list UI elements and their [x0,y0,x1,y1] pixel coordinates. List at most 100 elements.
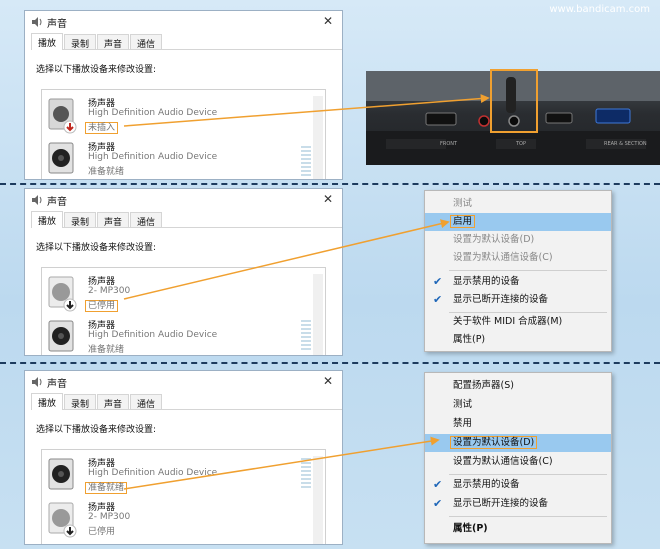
list-scrollbar[interactable] [313,96,323,179]
menu-item-set-default-comm[interactable]: 设置为默认通信设备(C) [425,249,611,267]
device-item[interactable]: 扬声器 High Definition Audio Device 未插入 [44,96,294,140]
menu-separator [449,270,607,271]
device-list: 扬声器 High Definition Audio Device 准备就绪 扬声… [41,449,326,544]
speaker-title-icon [32,195,42,205]
device-item[interactable]: 扬声器 High Definition Audio Device 准备就绪 [44,456,294,500]
device-desc: High Definition Audio Device [88,152,218,162]
menu-item-label: 显示已断开连接的设备 [453,498,549,509]
sound-dialog-3: 声音 ✕ 播放 录制 声音 通信 选择以下播放设备来修改设置: 扬声器 High… [24,370,343,545]
check-icon: ✔ [433,293,443,306]
title-bar: 声音 ✕ [25,371,342,393]
menu-separator [449,474,607,475]
device-status: 准备就绪 [85,482,128,494]
menu-separator [449,516,607,517]
device-status: 已停用 [85,300,119,312]
menu-item-test[interactable]: 测试 [425,195,611,213]
sound-dialog-1: 声音 ✕ 播放 录制 声音 通信 选择以下播放设备来修改设置: 扬声器 High… [24,10,343,180]
device-desc: 2- MP300 [88,512,131,522]
volume-meter [301,458,311,490]
instruction-text: 选择以下播放设备来修改设置: [36,65,157,75]
speaker-device-icon [48,320,74,352]
menu-item-properties[interactable]: 属性(P) [425,520,611,538]
context-menu-3: 配置扬声器(S) 测试 禁用 设置为默认设备(D) 设置为默认通信设备(C) ✔… [424,372,612,544]
device-desc: High Definition Audio Device [88,468,218,478]
menu-item-enable[interactable]: 启用 [425,213,611,231]
menu-item-label: 显示禁用的设备 [453,479,520,490]
speaker-device-icon [48,142,74,174]
menu-item-disable[interactable]: 禁用 [425,415,611,433]
section-divider [0,362,660,364]
title-bar: 声音 ✕ [25,189,342,211]
tab-recording[interactable]: 录制 [64,34,97,50]
tab-sounds[interactable]: 声音 [97,34,130,50]
list-scrollbar[interactable] [313,456,323,544]
volume-meter [301,320,311,352]
rear-label: REAR & SECTION [604,141,647,147]
watermark: www.bandicam.com [549,4,650,15]
device-list: 扬声器 High Definition Audio Device 未插入 扬声器… [41,89,326,179]
check-icon: ✔ [433,478,443,491]
device-status: 已停用 [88,527,116,537]
menu-item-set-default[interactable]: 设置为默认设备(D) [425,434,611,452]
speaker-device-icon [48,98,77,134]
menu-item-midi[interactable]: 关于软件 MIDI 合成器(M) [425,313,611,331]
front-label: FRONT [440,141,458,147]
instruction-text: 选择以下播放设备来修改设置: [36,243,157,253]
tab-strip: 播放 录制 声音 通信 [31,33,342,50]
tab-communications[interactable]: 通信 [130,394,163,410]
close-button[interactable]: ✕ [323,14,333,28]
device-status: 准备就绪 [88,345,125,355]
menu-item-properties[interactable]: 属性(P) [425,331,611,349]
device-desc: 2- MP300 [88,286,131,296]
menu-item-show-disabled[interactable]: ✔ 显示禁用的设备 [425,273,611,291]
menu-item-test[interactable]: 测试 [425,396,611,414]
highlight-box [490,69,538,133]
device-desc: High Definition Audio Device [88,108,218,118]
instruction-text: 选择以下播放设备来修改设置: [36,425,157,435]
tab-strip: 播放 录制 声音 通信 [31,393,342,410]
tab-communications[interactable]: 通信 [130,34,163,50]
sound-dialog-2: 声音 ✕ 播放 录制 声音 通信 选择以下播放设备来修改设置: 扬声器 2- M… [24,188,343,356]
tab-sounds[interactable]: 声音 [97,394,130,410]
window-title: 声音 [47,197,67,208]
device-desc: High Definition Audio Device [88,330,218,340]
device-status: 未插入 [85,122,119,134]
close-button[interactable]: ✕ [323,374,333,388]
close-button[interactable]: ✕ [323,192,333,206]
menu-item-show-disabled[interactable]: ✔ 显示禁用的设备 [425,476,611,494]
window-title: 声音 [47,19,67,30]
tab-recording[interactable]: 录制 [64,394,97,410]
device-item[interactable]: 扬声器 High Definition Audio Device 准备就绪 [44,318,294,355]
device-list: 扬声器 2- MP300 已停用 扬声器 High Definition Aud… [41,267,326,355]
speaker-disabled-icon [48,276,77,312]
menu-item-label: 显示已断开连接的设备 [453,294,549,305]
section-divider [0,183,660,185]
menu-item-enable-label: 启用 [450,215,476,228]
check-icon: ✔ [433,275,443,288]
menu-item-set-default-comm[interactable]: 设置为默认通信设备(C) [425,453,611,471]
menu-item-set-default[interactable]: 设置为默认设备(D) [425,231,611,249]
tab-playback[interactable]: 播放 [31,33,64,50]
speaker-title-icon [32,17,42,27]
tab-playback[interactable]: 播放 [31,211,64,228]
tab-sounds[interactable]: 声音 [97,212,130,228]
tab-communications[interactable]: 通信 [130,212,163,228]
menu-item-show-disconnected[interactable]: ✔ 显示已断开连接的设备 [425,291,611,309]
speaker-device-icon [48,458,74,490]
tab-recording[interactable]: 录制 [64,212,97,228]
list-scrollbar[interactable] [313,274,323,355]
menu-item-show-disconnected[interactable]: ✔ 显示已断开连接的设备 [425,495,611,513]
device-item[interactable]: 扬声器 High Definition Audio Device 准备就绪 [44,140,294,179]
device-item[interactable]: 扬声器 2- MP300 已停用 [44,500,294,544]
menu-item-configure-speakers[interactable]: 配置扬声器(S) [425,377,611,395]
tab-playback[interactable]: 播放 [31,393,64,410]
speaker-title-icon [32,377,42,387]
device-item[interactable]: 扬声器 2- MP300 已停用 [44,274,294,318]
context-menu-2: 测试 启用 设置为默认设备(D) 设置为默认通信设备(C) ✔ 显示禁用的设备 ✔… [424,190,612,352]
top-label: TOP [516,141,527,147]
speaker-disabled-icon [48,502,77,538]
volume-meter [301,146,311,178]
device-status: 准备就绪 [88,167,125,177]
title-bar: 声音 ✕ [25,11,342,33]
window-title: 声音 [47,379,67,390]
